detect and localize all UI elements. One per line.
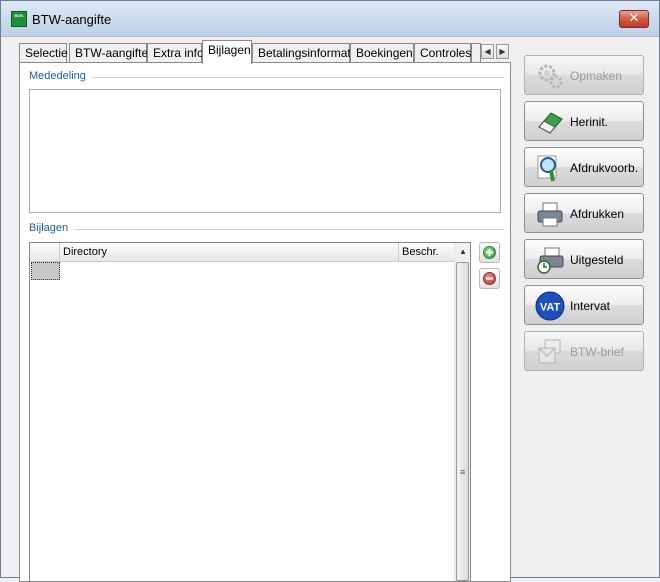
scrollbar-thumb[interactable]: ≡ (456, 262, 469, 581)
tab-betalingsinformatie[interactable]: Betalingsinformatie (252, 43, 360, 63)
mededeling-divider (89, 77, 505, 78)
btw-brief-label: BTW-brief (570, 345, 624, 359)
mededeling-textarea[interactable] (29, 89, 501, 213)
gears-icon (538, 64, 563, 89)
title-bar: BOK BTW-aangifte ✕ (1, 1, 659, 37)
herinit-button[interactable]: Herinit. (524, 101, 644, 141)
afdrukvoorb-label: Afdrukvoorb. (570, 161, 639, 175)
printer-icon (537, 202, 563, 227)
remove-attachment-button[interactable] (479, 268, 500, 289)
magnifier-icon (537, 155, 557, 182)
tab-boekingen[interactable]: Boekingen (350, 43, 414, 63)
tab-selectie[interactable]: Selectie (19, 43, 68, 63)
grip-icon: ≡ (460, 467, 466, 477)
tab-scroll-right-button[interactable]: ▶ (496, 44, 509, 59)
afdrukken-button[interactable]: Afdrukken (524, 193, 644, 233)
letters-icon (538, 339, 561, 364)
tab-bijlagen[interactable]: Bijlagen (202, 40, 252, 64)
column-header-selector[interactable] (30, 243, 60, 261)
intervat-button[interactable]: VAT Intervat (524, 285, 644, 325)
tab-strip: Selectie BTW-aangifte Extra info Bijlage… (19, 40, 511, 64)
window-title: BTW-aangifte (32, 12, 112, 27)
attachments-grid[interactable]: Directory Beschr. ▲ ≡ (29, 242, 471, 582)
mededeling-group-label: Mededeling (29, 70, 92, 82)
column-header-beschr[interactable]: Beschr. (399, 243, 455, 261)
grid-header: Directory Beschr. (30, 243, 455, 262)
intervat-label: Intervat (570, 299, 611, 313)
tab-scroll-left-button[interactable]: ◀ (481, 44, 494, 59)
svg-text:VAT: VAT (540, 302, 561, 314)
opmaken-label: Opmaken (570, 69, 623, 83)
btw-brief-button[interactable]: BTW-brief (524, 331, 644, 371)
column-header-directory[interactable]: Directory (60, 243, 399, 261)
table-row[interactable] (31, 262, 60, 280)
bijlagen-group-label: Bijlagen (29, 222, 75, 234)
grid-vertical-scrollbar[interactable]: ▲ ≡ (454, 243, 470, 581)
afdrukken-label: Afdrukken (570, 207, 625, 221)
add-attachment-button[interactable] (479, 242, 500, 263)
scroll-up-icon[interactable]: ▲ (455, 243, 471, 260)
uitgesteld-label: Uitgesteld (570, 253, 624, 267)
tab-extra-info[interactable]: Extra info (147, 43, 204, 63)
eraser-icon (538, 112, 563, 134)
btw-aangifte-window: BOK BTW-aangifte ✕ Selectie BTW-aangifte… (0, 0, 660, 582)
minus-icon (483, 272, 496, 285)
tab-overflow[interactable] (471, 43, 481, 63)
opmaken-button[interactable]: Opmaken (524, 55, 644, 95)
bijlagen-divider (73, 229, 505, 230)
plus-icon (483, 246, 496, 259)
printer-clock-icon (537, 247, 564, 274)
tab-btw-aangifte[interactable]: BTW-aangifte (69, 43, 148, 63)
afdrukvoorb-button[interactable]: Afdrukvoorb. (524, 147, 644, 187)
herinit-label: Herinit. (570, 115, 609, 129)
tab-controles[interactable]: Controles (414, 43, 471, 63)
vat-icon: VAT (535, 291, 565, 321)
app-icon: BOK (11, 11, 27, 27)
uitgesteld-button[interactable]: Uitgesteld (524, 239, 644, 279)
close-button[interactable]: ✕ (619, 10, 649, 28)
